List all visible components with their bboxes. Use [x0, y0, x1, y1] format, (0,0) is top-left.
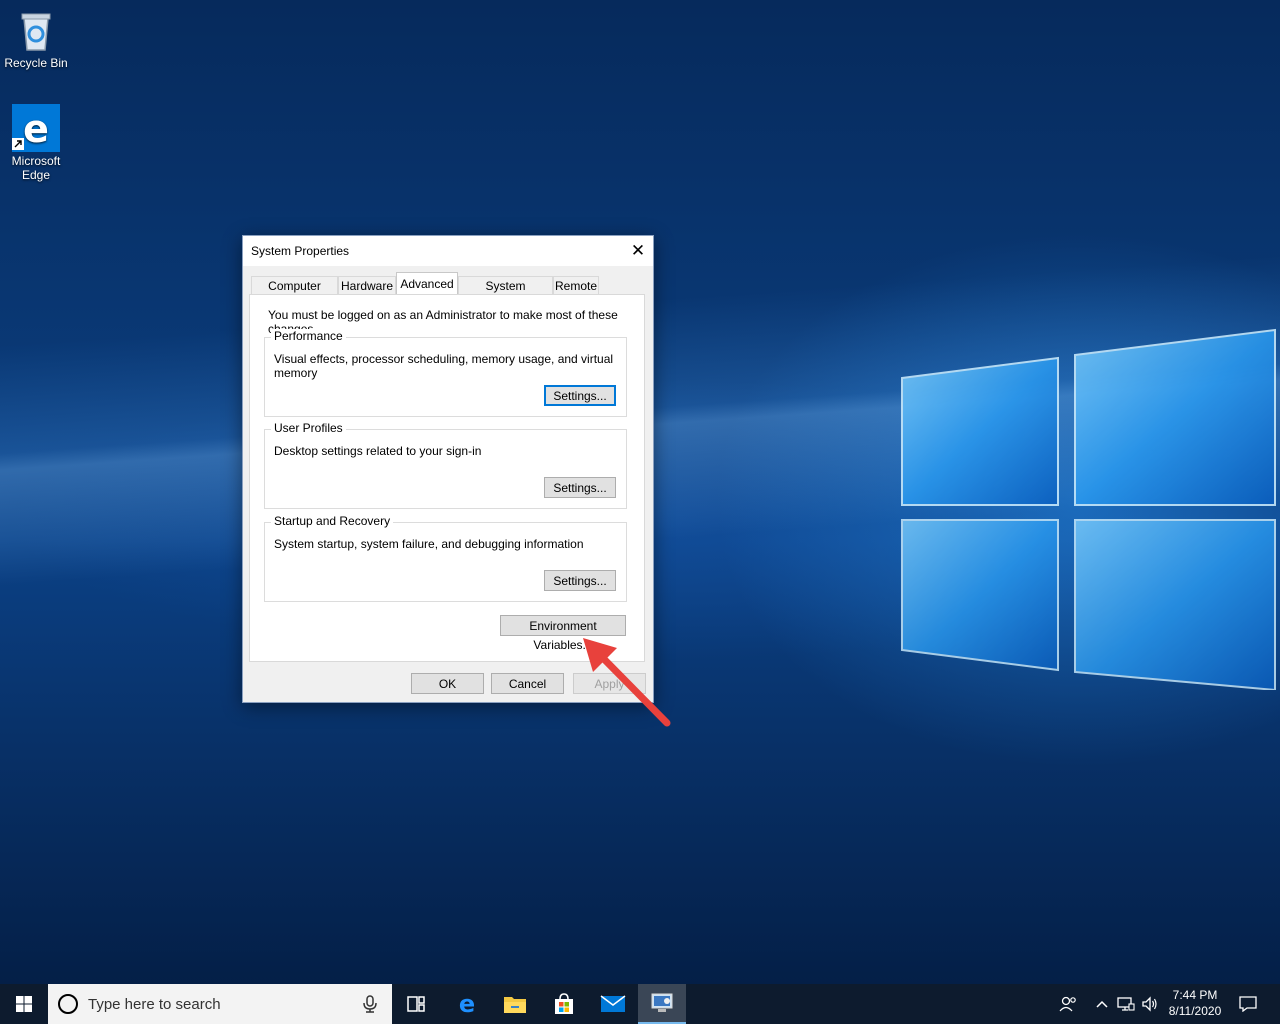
startup-recovery-group: Startup and Recovery System startup, sys… — [264, 514, 627, 602]
group-legend: Performance — [271, 329, 346, 343]
search-placeholder: Type here to search — [88, 996, 221, 1013]
desktop-icon-label: Recycle Bin — [4, 56, 68, 70]
ok-button[interactable]: OK — [411, 673, 484, 694]
svg-text:e: e — [459, 992, 475, 1016]
network-button[interactable] — [1115, 984, 1137, 1024]
user-profiles-group: User Profiles Desktop settings related t… — [264, 421, 627, 509]
recycle-bin-icon — [12, 6, 60, 54]
startup-recovery-settings-button[interactable]: Settings... — [544, 570, 616, 591]
chevron-up-icon — [1096, 1000, 1108, 1008]
people-icon — [1059, 996, 1076, 1012]
volume-button[interactable] — [1139, 984, 1161, 1024]
system-properties-icon — [651, 993, 673, 1012]
tab-computer-name[interactable]: Computer Name — [251, 276, 338, 311]
clock-time: 7:44 PM — [1172, 988, 1218, 1002]
taskbar-mail-button[interactable] — [589, 984, 637, 1024]
group-legend: User Profiles — [271, 421, 346, 435]
close-icon: ✕ — [630, 241, 646, 260]
network-icon — [1117, 997, 1135, 1011]
taskbar: Type here to search e 7:44 PM 8/11/2020 — [0, 984, 1280, 1024]
people-button[interactable] — [1054, 984, 1082, 1024]
title-bar[interactable]: System Properties ✕ — [243, 236, 653, 266]
clock-date: 8/11/2020 — [1168, 1004, 1222, 1018]
close-button[interactable]: ✕ — [623, 236, 653, 266]
annotation-arrow-icon — [583, 638, 671, 727]
advanced-tab-panel: You must be logged on as an Administrato… — [249, 294, 645, 662]
windows-start-icon — [16, 996, 32, 1012]
task-view-icon — [407, 996, 425, 1012]
start-button[interactable] — [0, 984, 48, 1024]
clock[interactable]: 7:44 PM 8/11/2020 — [1160, 987, 1230, 1019]
cortana-icon — [58, 994, 78, 1014]
action-center-icon — [1239, 996, 1257, 1012]
performance-group: Performance Visual effects, processor sc… — [264, 329, 627, 417]
task-view-button[interactable] — [392, 984, 440, 1024]
taskbar-store-button[interactable] — [540, 984, 588, 1024]
store-icon — [555, 993, 573, 1014]
group-description: Visual effects, processor scheduling, me… — [274, 352, 614, 380]
desktop-icon-microsoft-edge[interactable]: e Microsoft Edge — [0, 104, 72, 182]
file-explorer-icon — [504, 997, 526, 1013]
edge-icon: e — [459, 992, 475, 1016]
tab-remote[interactable]: Remote — [553, 276, 599, 294]
svg-text:e: e — [23, 107, 49, 151]
user-profiles-settings-button[interactable]: Settings... — [544, 477, 616, 498]
taskbar-system-properties-button[interactable] — [638, 984, 686, 1024]
action-center-button[interactable] — [1234, 984, 1262, 1024]
tab-system-protection[interactable]: System Protection — [458, 276, 553, 311]
windows-logo-wallpaper — [901, 328, 1276, 690]
show-hidden-icons-button[interactable] — [1092, 984, 1112, 1024]
desktop-icon-recycle-bin[interactable]: Recycle Bin — [0, 6, 72, 70]
dialog-title: System Properties — [251, 244, 350, 258]
cancel-button[interactable]: Cancel — [491, 673, 564, 694]
performance-settings-button[interactable]: Settings... — [544, 385, 616, 406]
mail-icon — [600, 995, 626, 1012]
taskbar-edge-button[interactable]: e — [443, 984, 491, 1024]
desktop-icon-label: Microsoft Edge — [11, 154, 61, 182]
tab-hardware[interactable]: Hardware — [338, 276, 396, 294]
volume-icon — [1142, 996, 1157, 1012]
microphone-icon[interactable] — [360, 994, 380, 1014]
search-box[interactable]: Type here to search — [48, 984, 392, 1024]
tab-advanced[interactable]: Advanced — [396, 272, 458, 294]
edge-icon: e — [12, 104, 60, 152]
group-description: Desktop settings related to your sign-in — [274, 444, 482, 458]
taskbar-file-explorer-button[interactable] — [491, 984, 539, 1024]
group-legend: Startup and Recovery — [271, 514, 394, 528]
group-description: System startup, system failure, and debu… — [274, 537, 584, 551]
